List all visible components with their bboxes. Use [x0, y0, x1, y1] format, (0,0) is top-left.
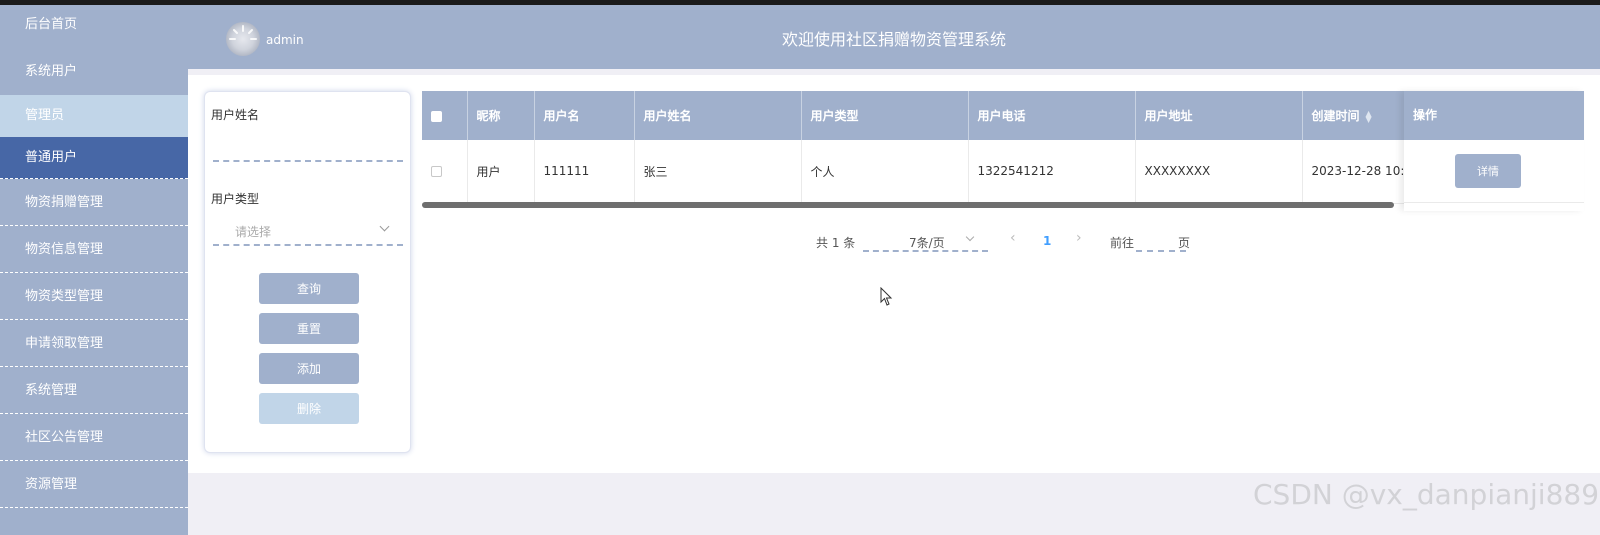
main-content: 用户姓名 用户类型 请选择 查询 重置 添加 删除 昵称 用户名 用户姓名 用户…	[188, 75, 1600, 473]
page-suffix-label: 页	[1178, 236, 1191, 250]
sidebar-item-home[interactable]: 后台首页	[0, 5, 188, 49]
cell-phone: 1322541212	[968, 140, 1136, 204]
select-all-cell	[422, 91, 468, 140]
sidebar-item-normal-users[interactable]: 普通用户	[0, 137, 188, 179]
page-number-current[interactable]: 1	[1043, 234, 1051, 248]
cell-nickname: 用户	[467, 140, 535, 204]
cell-address: XXXXXXXX	[1135, 140, 1303, 204]
detail-button[interactable]: 详情	[1455, 154, 1521, 188]
cell-type: 个人	[801, 140, 969, 204]
sidebar-item-goods-type[interactable]: 物资类型管理	[0, 273, 188, 320]
column-header-username: 用户名	[534, 91, 635, 140]
column-header-address: 用户地址	[1135, 91, 1303, 140]
column-header-phone: 用户电话	[968, 91, 1136, 140]
prev-page-icon[interactable]: ‹	[1010, 230, 1016, 246]
page-size-select[interactable]: 7条/页	[863, 228, 988, 252]
column-header-ops: 操作	[1404, 91, 1584, 140]
cell-realname: 张三	[634, 140, 802, 204]
name-field-label: 用户姓名	[211, 108, 260, 122]
sidebar-item-goods-info[interactable]: 物资信息管理	[0, 226, 188, 273]
type-field-label: 用户类型	[211, 192, 260, 206]
reset-button[interactable]: 重置	[259, 313, 359, 344]
sort-icon[interactable]: ▲ ▼	[1366, 109, 1372, 123]
sidebar-item-donation-management[interactable]: 物资捐赠管理	[0, 179, 188, 226]
row-checkbox[interactable]	[431, 166, 442, 178]
mouse-cursor-icon	[880, 287, 893, 306]
add-button[interactable]: 添加	[259, 353, 359, 384]
column-header-type: 用户类型	[801, 91, 969, 140]
sidebar-item-community-notice[interactable]: 社区公告管理	[0, 414, 188, 461]
user-table: 昵称 用户名 用户姓名 用户类型 用户电话 用户地址 创建时间 ▲ ▼ 用户 111…	[422, 91, 1584, 211]
sidebar-item-apply-receive[interactable]: 申请领取管理	[0, 320, 188, 367]
horizontal-scrollbar[interactable]	[422, 202, 1394, 208]
next-page-icon[interactable]: ›	[1076, 230, 1082, 246]
data-table: 昵称 用户名 用户姓名 用户类型 用户电话 用户地址 创建时间 ▲ ▼ 用户 111…	[422, 91, 1433, 204]
sidebar-item-admin[interactable]: 管理员	[0, 95, 188, 137]
sidebar-item-system-management[interactable]: 系统管理	[0, 367, 188, 414]
query-button[interactable]: 查询	[259, 273, 359, 304]
page-size-value: 7条/页	[909, 236, 945, 250]
watermark: CSDN @vx_danpianji889	[1253, 478, 1600, 511]
delete-button[interactable]: 删除	[259, 393, 359, 424]
search-panel: 用户姓名 用户类型 请选择 查询 重置 添加 删除	[204, 91, 411, 453]
sidebar-item-resource-management[interactable]: 资源管理	[0, 461, 188, 508]
column-header-nickname: 昵称	[467, 91, 535, 140]
pagination-total: 共 1 条	[816, 236, 856, 250]
chevron-down-icon	[965, 232, 975, 242]
pagination: 共 1 条 7条/页 ‹ 1 › 前往 页	[188, 228, 1600, 252]
cell-username: 111111	[534, 140, 635, 204]
ops-column: 操作 详情	[1404, 91, 1584, 211]
ops-cell: 详情	[1404, 140, 1584, 203]
goto-label: 前往	[1110, 236, 1135, 250]
row-select-cell	[422, 140, 468, 204]
sidebar: 后台首页 系统用户 管理员 普通用户 物资捐赠管理 物资信息管理 物资类型管理 …	[0, 5, 188, 535]
name-input[interactable]	[213, 144, 403, 162]
page-title: 欢迎使用社区捐赠物资管理系统	[781, 30, 1006, 49]
select-all-checkbox[interactable]	[431, 110, 442, 122]
column-header-realname: 用户姓名	[634, 91, 802, 140]
table-header-row: 昵称 用户名 用户姓名 用户类型 用户电话 用户地址 创建时间 ▲ ▼	[422, 91, 1433, 140]
column-header-created-label: 创建时间	[1311, 109, 1360, 123]
table-row: 用户 111111 张三 个人 1322541212 XXXXXXXX 2023…	[422, 140, 1433, 204]
sidebar-item-system-users[interactable]: 系统用户	[0, 49, 188, 95]
header: admin 欢迎使用社区捐赠物资管理系统	[188, 5, 1600, 69]
